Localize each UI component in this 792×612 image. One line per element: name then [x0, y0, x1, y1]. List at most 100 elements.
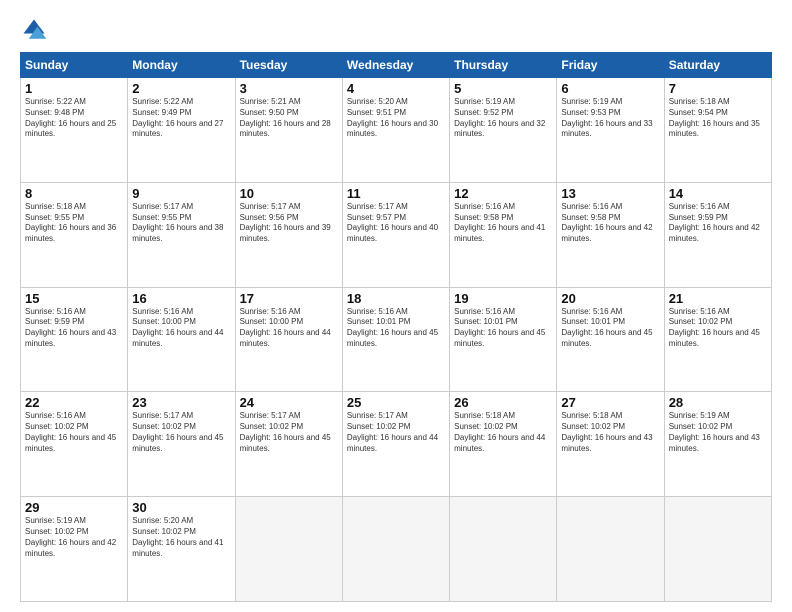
day-detail: Sunrise: 5:17 AM Sunset: 10:02 PM Daylig…	[240, 411, 338, 454]
day-detail: Sunrise: 5:16 AM Sunset: 9:59 PM Dayligh…	[669, 202, 767, 245]
day-number: 17	[240, 291, 338, 306]
day-cell-14: 14Sunrise: 5:16 AM Sunset: 9:59 PM Dayli…	[664, 182, 771, 287]
logo	[20, 16, 52, 44]
weekday-wednesday: Wednesday	[342, 53, 449, 78]
day-number: 2	[132, 81, 230, 96]
day-detail: Sunrise: 5:20 AM Sunset: 9:51 PM Dayligh…	[347, 97, 445, 140]
day-detail: Sunrise: 5:16 AM Sunset: 10:02 PM Daylig…	[669, 307, 767, 350]
day-detail: Sunrise: 5:18 AM Sunset: 9:54 PM Dayligh…	[669, 97, 767, 140]
day-number: 12	[454, 186, 552, 201]
day-number: 8	[25, 186, 123, 201]
weekday-thursday: Thursday	[450, 53, 557, 78]
day-number: 9	[132, 186, 230, 201]
day-number: 21	[669, 291, 767, 306]
day-cell-10: 10Sunrise: 5:17 AM Sunset: 9:56 PM Dayli…	[235, 182, 342, 287]
day-cell-20: 20Sunrise: 5:16 AM Sunset: 10:01 PM Dayl…	[557, 287, 664, 392]
day-cell-26: 26Sunrise: 5:18 AM Sunset: 10:02 PM Dayl…	[450, 392, 557, 497]
calendar-header: SundayMondayTuesdayWednesdayThursdayFrid…	[21, 53, 772, 78]
day-cell-23: 23Sunrise: 5:17 AM Sunset: 10:02 PM Dayl…	[128, 392, 235, 497]
day-number: 1	[25, 81, 123, 96]
weekday-friday: Friday	[557, 53, 664, 78]
day-detail: Sunrise: 5:16 AM Sunset: 9:58 PM Dayligh…	[561, 202, 659, 245]
day-detail: Sunrise: 5:17 AM Sunset: 9:56 PM Dayligh…	[240, 202, 338, 245]
day-cell-1: 1Sunrise: 5:22 AM Sunset: 9:48 PM Daylig…	[21, 78, 128, 183]
day-cell-4: 4Sunrise: 5:20 AM Sunset: 9:51 PM Daylig…	[342, 78, 449, 183]
day-number: 24	[240, 395, 338, 410]
day-number: 10	[240, 186, 338, 201]
day-cell-12: 12Sunrise: 5:16 AM Sunset: 9:58 PM Dayli…	[450, 182, 557, 287]
logo-icon	[20, 16, 48, 44]
day-cell-30: 30Sunrise: 5:20 AM Sunset: 10:02 PM Dayl…	[128, 497, 235, 602]
day-detail: Sunrise: 5:17 AM Sunset: 10:02 PM Daylig…	[132, 411, 230, 454]
day-cell-6: 6Sunrise: 5:19 AM Sunset: 9:53 PM Daylig…	[557, 78, 664, 183]
day-detail: Sunrise: 5:16 AM Sunset: 9:58 PM Dayligh…	[454, 202, 552, 245]
week-row-5: 29Sunrise: 5:19 AM Sunset: 10:02 PM Dayl…	[21, 497, 772, 602]
page: SundayMondayTuesdayWednesdayThursdayFrid…	[0, 0, 792, 612]
day-cell-7: 7Sunrise: 5:18 AM Sunset: 9:54 PM Daylig…	[664, 78, 771, 183]
day-detail: Sunrise: 5:18 AM Sunset: 10:02 PM Daylig…	[561, 411, 659, 454]
day-detail: Sunrise: 5:16 AM Sunset: 10:01 PM Daylig…	[454, 307, 552, 350]
day-detail: Sunrise: 5:22 AM Sunset: 9:48 PM Dayligh…	[25, 97, 123, 140]
day-detail: Sunrise: 5:19 AM Sunset: 10:02 PM Daylig…	[669, 411, 767, 454]
day-number: 14	[669, 186, 767, 201]
day-cell-28: 28Sunrise: 5:19 AM Sunset: 10:02 PM Dayl…	[664, 392, 771, 497]
day-number: 13	[561, 186, 659, 201]
day-detail: Sunrise: 5:16 AM Sunset: 10:02 PM Daylig…	[25, 411, 123, 454]
day-cell-18: 18Sunrise: 5:16 AM Sunset: 10:01 PM Dayl…	[342, 287, 449, 392]
day-cell-19: 19Sunrise: 5:16 AM Sunset: 10:01 PM Dayl…	[450, 287, 557, 392]
header	[20, 16, 772, 44]
day-cell-9: 9Sunrise: 5:17 AM Sunset: 9:55 PM Daylig…	[128, 182, 235, 287]
day-detail: Sunrise: 5:18 AM Sunset: 9:55 PM Dayligh…	[25, 202, 123, 245]
day-cell-3: 3Sunrise: 5:21 AM Sunset: 9:50 PM Daylig…	[235, 78, 342, 183]
day-cell-22: 22Sunrise: 5:16 AM Sunset: 10:02 PM Dayl…	[21, 392, 128, 497]
week-row-3: 15Sunrise: 5:16 AM Sunset: 9:59 PM Dayli…	[21, 287, 772, 392]
day-detail: Sunrise: 5:16 AM Sunset: 9:59 PM Dayligh…	[25, 307, 123, 350]
empty-cell	[450, 497, 557, 602]
day-number: 3	[240, 81, 338, 96]
day-detail: Sunrise: 5:22 AM Sunset: 9:49 PM Dayligh…	[132, 97, 230, 140]
day-number: 23	[132, 395, 230, 410]
day-number: 28	[669, 395, 767, 410]
day-cell-17: 17Sunrise: 5:16 AM Sunset: 10:00 PM Dayl…	[235, 287, 342, 392]
day-cell-15: 15Sunrise: 5:16 AM Sunset: 9:59 PM Dayli…	[21, 287, 128, 392]
day-cell-29: 29Sunrise: 5:19 AM Sunset: 10:02 PM Dayl…	[21, 497, 128, 602]
day-detail: Sunrise: 5:16 AM Sunset: 10:01 PM Daylig…	[347, 307, 445, 350]
day-detail: Sunrise: 5:17 AM Sunset: 9:57 PM Dayligh…	[347, 202, 445, 245]
day-detail: Sunrise: 5:16 AM Sunset: 10:01 PM Daylig…	[561, 307, 659, 350]
weekday-header-row: SundayMondayTuesdayWednesdayThursdayFrid…	[21, 53, 772, 78]
day-cell-25: 25Sunrise: 5:17 AM Sunset: 10:02 PM Dayl…	[342, 392, 449, 497]
day-cell-13: 13Sunrise: 5:16 AM Sunset: 9:58 PM Dayli…	[557, 182, 664, 287]
weekday-saturday: Saturday	[664, 53, 771, 78]
empty-cell	[664, 497, 771, 602]
day-number: 22	[25, 395, 123, 410]
day-number: 27	[561, 395, 659, 410]
day-cell-11: 11Sunrise: 5:17 AM Sunset: 9:57 PM Dayli…	[342, 182, 449, 287]
weekday-tuesday: Tuesday	[235, 53, 342, 78]
day-cell-24: 24Sunrise: 5:17 AM Sunset: 10:02 PM Dayl…	[235, 392, 342, 497]
day-detail: Sunrise: 5:21 AM Sunset: 9:50 PM Dayligh…	[240, 97, 338, 140]
week-row-2: 8Sunrise: 5:18 AM Sunset: 9:55 PM Daylig…	[21, 182, 772, 287]
day-detail: Sunrise: 5:17 AM Sunset: 10:02 PM Daylig…	[347, 411, 445, 454]
day-detail: Sunrise: 5:19 AM Sunset: 9:52 PM Dayligh…	[454, 97, 552, 140]
day-number: 16	[132, 291, 230, 306]
day-cell-27: 27Sunrise: 5:18 AM Sunset: 10:02 PM Dayl…	[557, 392, 664, 497]
day-number: 15	[25, 291, 123, 306]
day-number: 18	[347, 291, 445, 306]
empty-cell	[235, 497, 342, 602]
day-number: 29	[25, 500, 123, 515]
weekday-monday: Monday	[128, 53, 235, 78]
empty-cell	[557, 497, 664, 602]
day-number: 6	[561, 81, 659, 96]
day-cell-16: 16Sunrise: 5:16 AM Sunset: 10:00 PM Dayl…	[128, 287, 235, 392]
day-number: 25	[347, 395, 445, 410]
day-number: 20	[561, 291, 659, 306]
week-row-1: 1Sunrise: 5:22 AM Sunset: 9:48 PM Daylig…	[21, 78, 772, 183]
day-number: 11	[347, 186, 445, 201]
day-detail: Sunrise: 5:20 AM Sunset: 10:02 PM Daylig…	[132, 516, 230, 559]
day-cell-21: 21Sunrise: 5:16 AM Sunset: 10:02 PM Dayl…	[664, 287, 771, 392]
week-row-4: 22Sunrise: 5:16 AM Sunset: 10:02 PM Dayl…	[21, 392, 772, 497]
day-cell-2: 2Sunrise: 5:22 AM Sunset: 9:49 PM Daylig…	[128, 78, 235, 183]
day-cell-8: 8Sunrise: 5:18 AM Sunset: 9:55 PM Daylig…	[21, 182, 128, 287]
day-detail: Sunrise: 5:19 AM Sunset: 10:02 PM Daylig…	[25, 516, 123, 559]
day-number: 4	[347, 81, 445, 96]
